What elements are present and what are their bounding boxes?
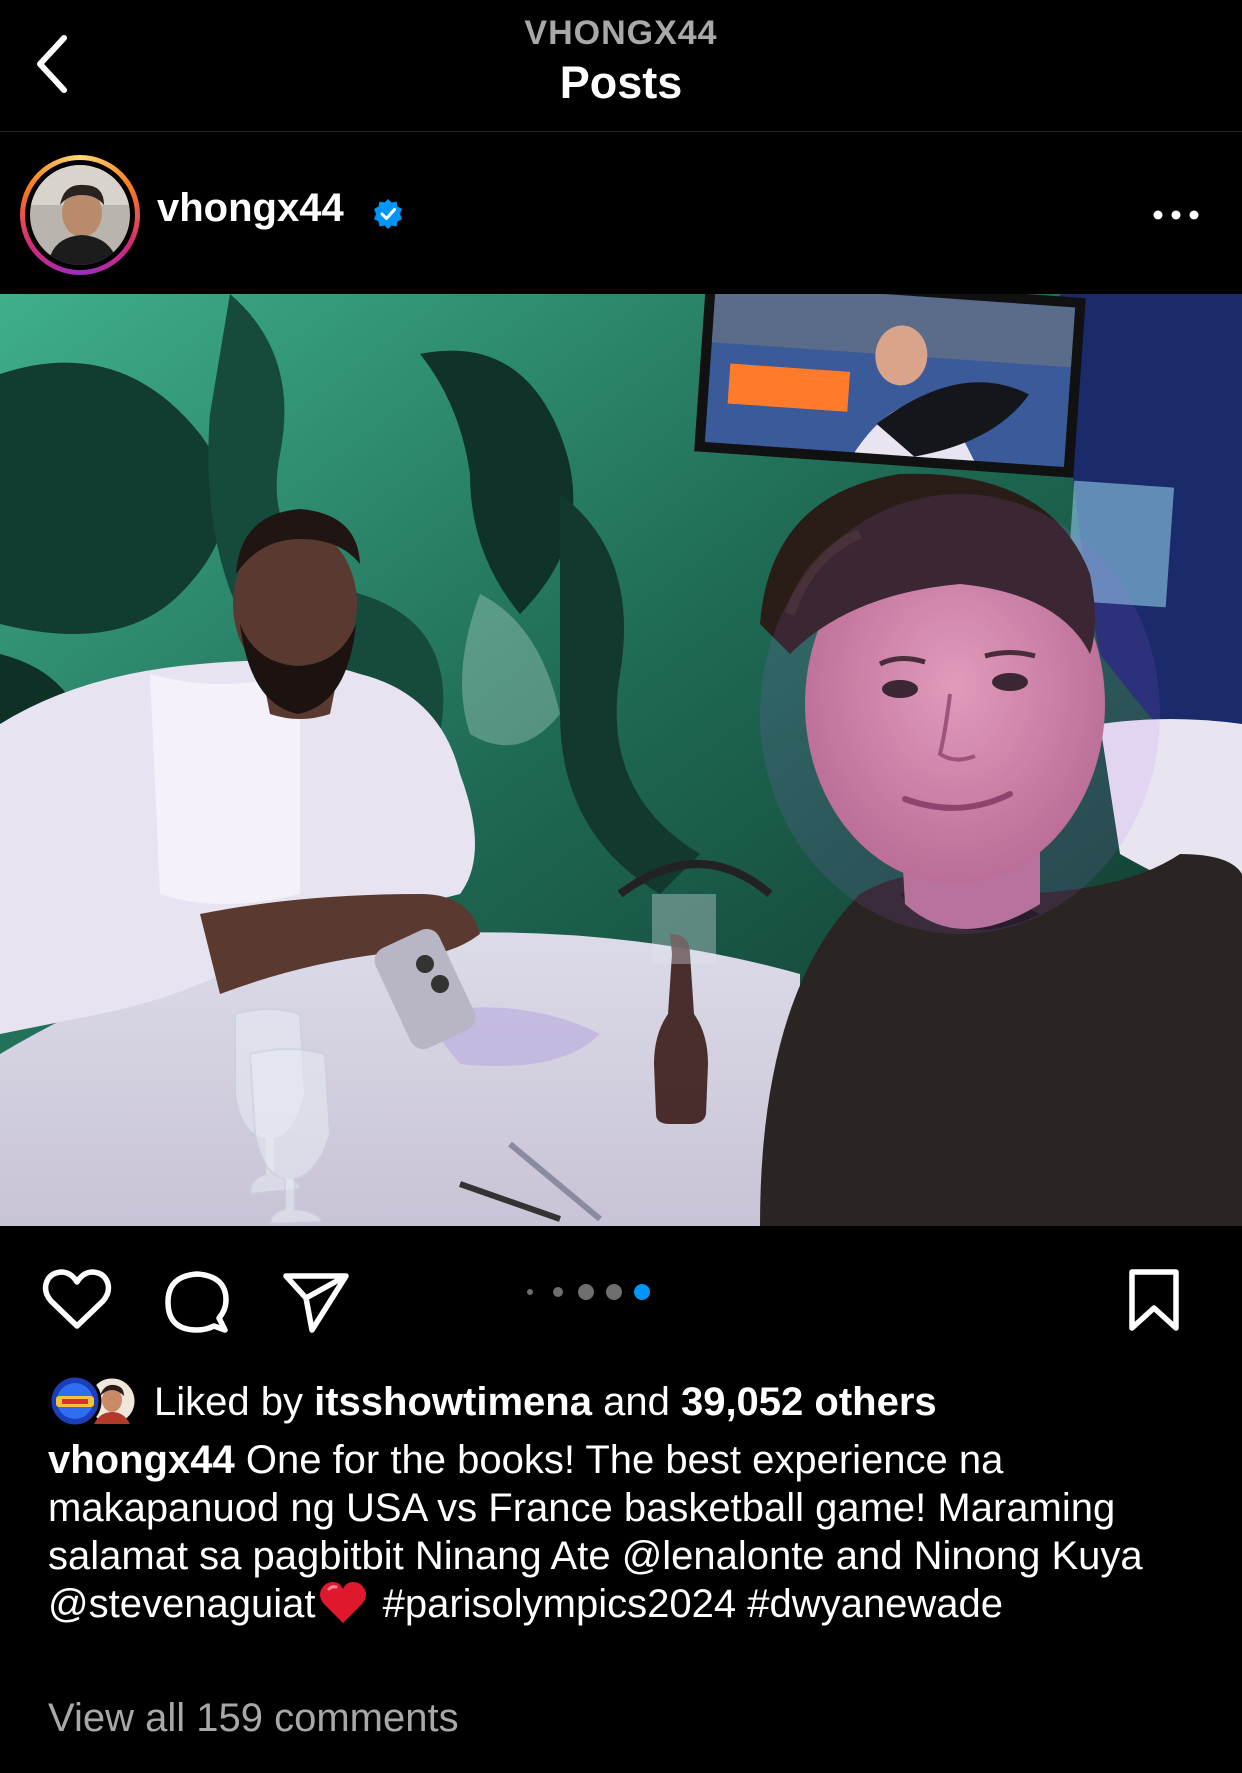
post-username[interactable]: vhongx44 [157, 186, 344, 231]
liker-avatars [48, 1374, 138, 1428]
carousel-dot [553, 1287, 563, 1297]
paper-plane-icon[interactable] [282, 1268, 350, 1334]
bookmark-outline-icon[interactable] [1124, 1268, 1184, 1332]
carousel-indicator [527, 1284, 650, 1300]
caption-hashtags[interactable]: #parisolympics2024 #dwyanewade [383, 1582, 1003, 1626]
red-heart-emoji-icon [320, 1582, 367, 1623]
avatar[interactable] [20, 155, 140, 275]
likes-connector: and [603, 1380, 670, 1424]
likes-text: Liked by itsshowtimena and 39,052 others [154, 1380, 937, 1425]
top-navigation-bar: VHONGX44 Posts [0, 0, 1242, 132]
more-horizontal-icon[interactable] [1150, 200, 1202, 230]
liker-username[interactable]: itsshowtimena [314, 1380, 592, 1424]
post-photo[interactable] [0, 294, 1242, 1226]
carousel-dot-active [634, 1284, 650, 1300]
verified-badge-icon [374, 199, 402, 229]
carousel-dot [578, 1284, 594, 1300]
post-caption: vhongx44 One for the books! The best exp… [48, 1436, 1218, 1628]
post-actions [0, 1226, 1242, 1356]
post-header: vhongx44 [0, 132, 1242, 294]
header-username: VHONGX44 [524, 14, 718, 52]
post-photo-illustration [0, 294, 1242, 1226]
likes-row[interactable]: Liked by itsshowtimena and 39,052 others [48, 1374, 1228, 1428]
carousel-dot [606, 1284, 622, 1300]
likes-prefix: Liked by [154, 1380, 303, 1424]
carousel-dot [527, 1289, 533, 1295]
view-all-comments-link[interactable]: View all 159 comments [48, 1696, 459, 1741]
likes-count[interactable]: 39,052 others [681, 1380, 937, 1424]
heart-outline-icon[interactable] [42, 1268, 112, 1332]
page-title: Posts [559, 57, 683, 108]
caption-username[interactable]: vhongx44 [48, 1438, 235, 1482]
speech-bubble-icon[interactable] [162, 1268, 230, 1334]
avatar-photo [30, 165, 130, 265]
avatar-frame [25, 160, 135, 270]
